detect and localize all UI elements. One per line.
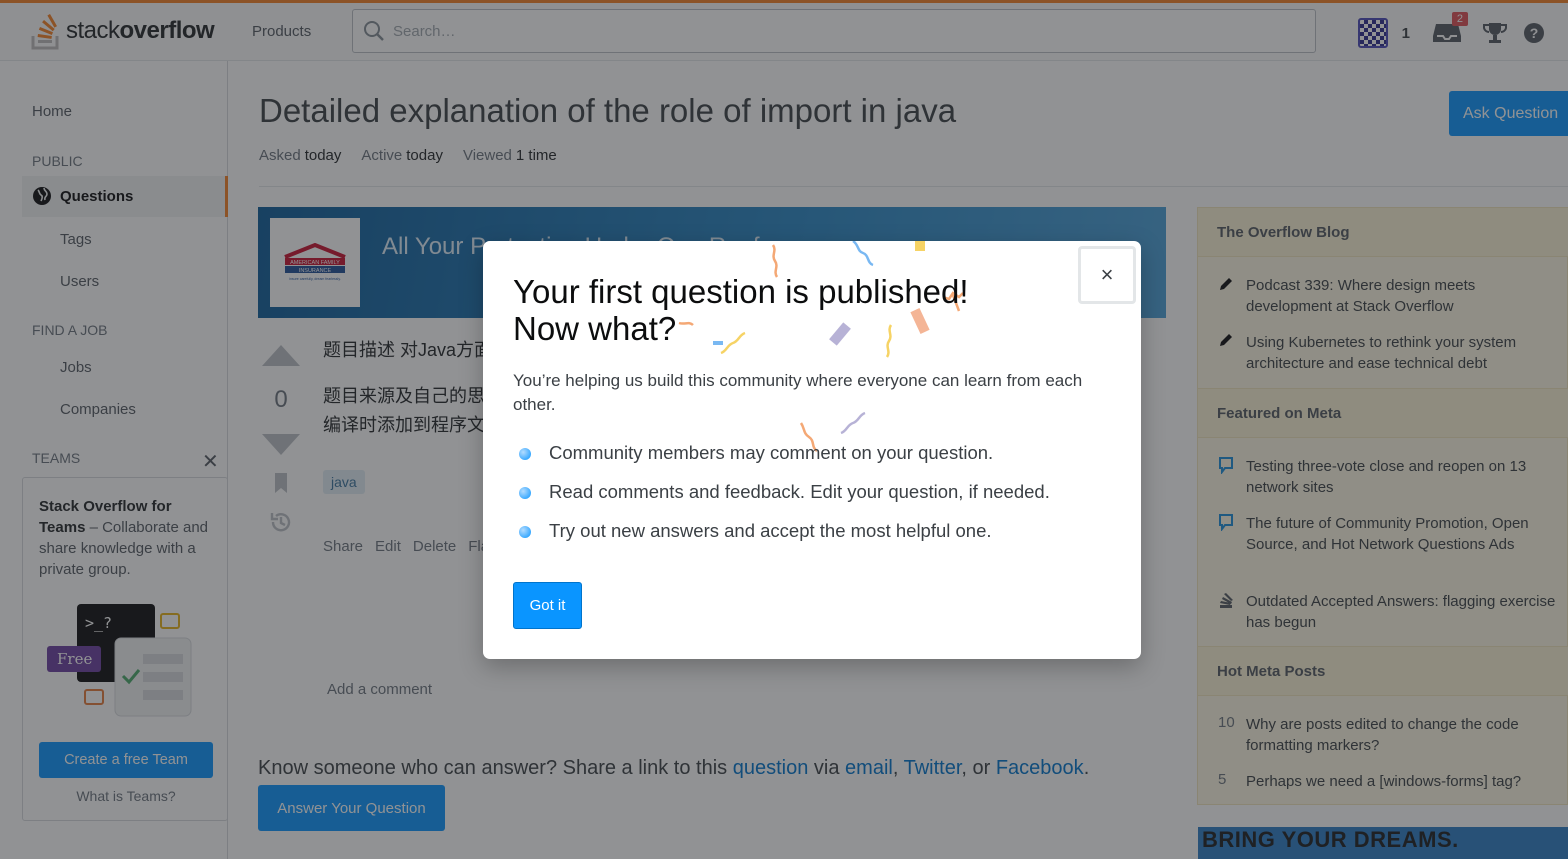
bullet-dot-icon — [519, 487, 531, 499]
got-it-button[interactable]: Got it — [513, 582, 582, 629]
bullet-dot-icon — [519, 526, 531, 538]
modal-bullet: Read comments and feedback. Edit your qu… — [513, 481, 1050, 520]
modal-bullet: Community members may comment on your qu… — [513, 442, 1050, 481]
modal-bullet-text: Community members may comment on your qu… — [549, 442, 994, 463]
modal-bullet-text: Read comments and feedback. Edit your qu… — [549, 481, 1050, 502]
modal-title: Your first question is published! Now wh… — [513, 273, 1073, 347]
modal-close-button[interactable]: × — [1078, 246, 1136, 304]
modal-title-line1: Your first question is published! — [513, 273, 969, 310]
modal-bullet-text: Try out new answers and accept the most … — [549, 520, 992, 541]
bullet-dot-icon — [519, 448, 531, 460]
modal-bullet: Try out new answers and accept the most … — [513, 520, 1050, 559]
modal-bullets: Community members may comment on your qu… — [513, 442, 1050, 559]
modal-title-line2: Now what? — [513, 310, 677, 347]
close-icon: × — [1100, 262, 1114, 287]
first-question-modal: × Your first question is published! Now … — [483, 241, 1141, 659]
modal-subtitle: You’re helping us build this community w… — [513, 371, 1083, 414]
